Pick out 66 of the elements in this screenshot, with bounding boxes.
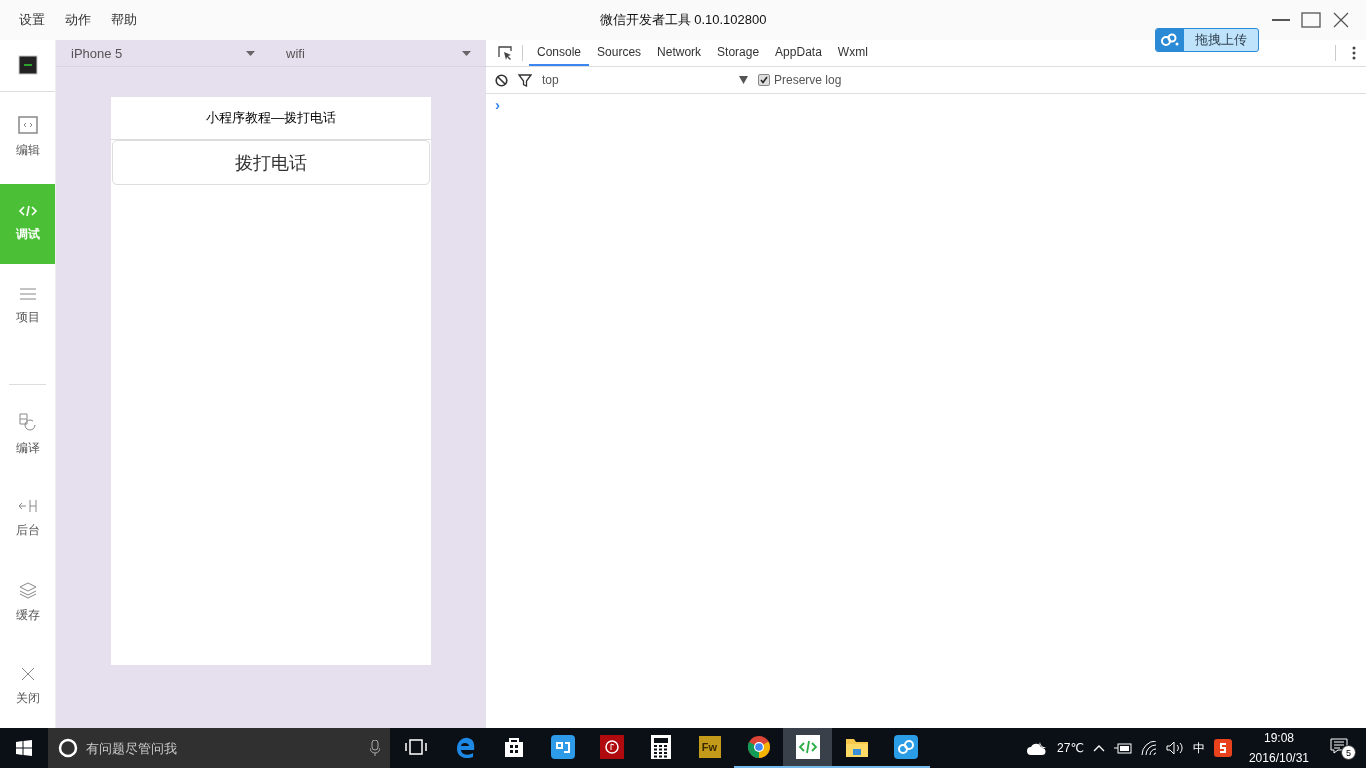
input-method[interactable]: 中 xyxy=(1192,739,1205,757)
code-icon xyxy=(17,204,38,219)
check-icon xyxy=(760,76,768,84)
taskbar-button[interactable] xyxy=(783,728,832,768)
square-app-icon xyxy=(550,735,575,759)
clear-icon xyxy=(495,73,508,87)
wifi-icon xyxy=(1140,741,1157,755)
more-icon xyxy=(1352,46,1356,60)
menu-item[interactable]: 帮助 xyxy=(111,11,137,29)
search-field[interactable]: 有问题尽管问我 xyxy=(84,739,364,757)
menu-item[interactable]: 动作 xyxy=(65,11,91,29)
sogou-icon xyxy=(1213,739,1232,757)
windows-icon xyxy=(16,740,32,756)
upload-button[interactable]: 拖拽上传 xyxy=(1155,28,1259,52)
notification-button[interactable]: 5 xyxy=(1326,736,1356,760)
folder-icon xyxy=(844,736,869,758)
devtools-tab[interactable]: Network xyxy=(649,40,710,66)
menu-icon xyxy=(18,287,37,302)
menu-item[interactable]: 设置 xyxy=(19,11,45,29)
fireworks-app-tile: Fw xyxy=(698,736,721,758)
console-prompt[interactable]: › xyxy=(495,96,500,113)
shopping-bag-icon xyxy=(503,736,524,758)
notification-count: 5 xyxy=(1341,745,1356,760)
preserve-log-checkbox[interactable]: Preserve log xyxy=(758,73,842,87)
chevron-up-icon xyxy=(1092,744,1105,752)
dropdown-caret-icon xyxy=(739,76,748,84)
call-button[interactable]: 拨打电话 xyxy=(112,140,430,185)
checkbox[interactable] xyxy=(758,74,770,86)
close-icon xyxy=(1333,12,1349,28)
maximize-icon xyxy=(1301,12,1321,28)
temperature: 27℃ xyxy=(1057,741,1084,755)
devtools-tab[interactable]: Console xyxy=(529,40,590,66)
cloud-app-icon xyxy=(893,735,918,759)
code-icon xyxy=(17,116,38,135)
simulator-icon xyxy=(16,54,39,77)
notification-icon xyxy=(1330,738,1348,754)
music-app-icon xyxy=(599,735,624,759)
context-select[interactable]: top xyxy=(542,73,748,87)
battery-icon xyxy=(1113,742,1132,754)
network-select[interactable]: wifi xyxy=(255,40,471,66)
filter-icon xyxy=(518,73,532,87)
devtools-tab[interactable]: Sources xyxy=(589,40,650,66)
code-app-icon xyxy=(795,735,820,759)
circle-icon xyxy=(58,738,78,758)
cursor-select-icon xyxy=(498,46,512,60)
search-bar[interactable]: 有问题尽管问我 xyxy=(48,728,390,768)
layers-icon xyxy=(17,580,38,599)
clock[interactable]: 19:08 2016/10/31 xyxy=(1248,728,1309,768)
calculator-icon xyxy=(650,735,671,759)
chrome-icon xyxy=(746,735,771,759)
devtools-tab[interactable]: AppData xyxy=(767,40,830,66)
device-select[interactable]: iPhone 5 xyxy=(56,40,255,66)
devtools-tab[interactable]: Wxml xyxy=(829,40,876,66)
minimize-icon xyxy=(1272,19,1290,21)
window-title: 微信开发者工具 0.10.102800 xyxy=(599,11,767,29)
microphone-icon xyxy=(370,740,380,756)
volume-icon xyxy=(1165,741,1184,755)
cloud-logo-icon xyxy=(1160,33,1180,47)
task-view-icon xyxy=(404,739,427,755)
back-icon xyxy=(17,498,38,515)
devtools-tab[interactable]: Storage xyxy=(709,40,768,66)
compile-icon xyxy=(17,412,38,433)
dropdown-caret-icon xyxy=(462,50,471,56)
close-icon xyxy=(19,665,36,682)
dropdown-caret-icon xyxy=(246,50,255,56)
taskbar-button[interactable]: Fw xyxy=(685,728,734,768)
